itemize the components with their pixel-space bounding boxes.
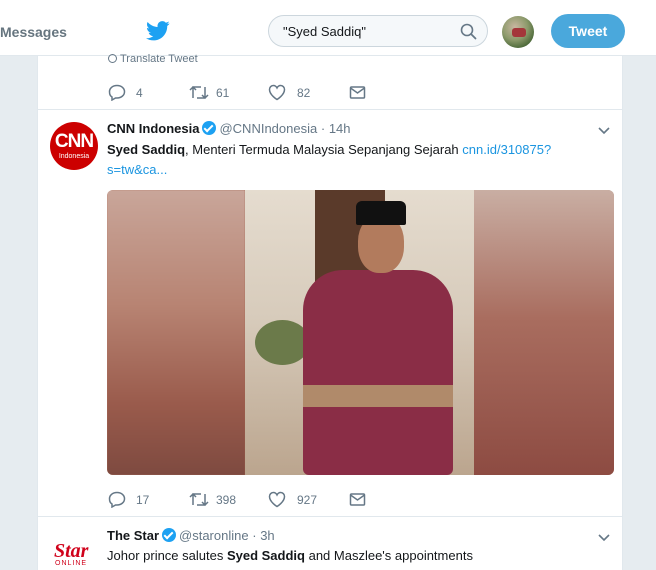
retweet-icon: [189, 492, 209, 507]
tweet-text-body-end: and Maszlee's appointments: [304, 548, 473, 563]
tweet-text: Syed Saddiq, Menteri Termuda Malaysia Se…: [107, 140, 587, 180]
tweet-timestamp[interactable]: 3h: [260, 528, 274, 543]
photo-blur-right: [474, 190, 614, 475]
photo-outfit: [303, 270, 453, 475]
globe-icon: [108, 54, 117, 63]
heart-icon: [268, 491, 286, 508]
dot-separator: ·: [320, 121, 326, 136]
chevron-down-icon[interactable]: [598, 534, 610, 542]
tweet-divider: [38, 109, 622, 110]
search-icon[interactable]: [460, 23, 477, 40]
tweet-text: Johor prince salutes Syed Saddiq and Mas…: [107, 546, 587, 566]
photo-blur-left: [107, 190, 245, 475]
tweet-header: The Star @staronline · 3h: [107, 528, 275, 543]
reply-icon: [108, 491, 126, 508]
dot-separator: ·: [252, 528, 257, 543]
nav-messages-link[interactable]: Messages: [0, 24, 67, 40]
tweet-text-body: Johor prince salutes: [107, 548, 227, 563]
tweet-header: CNN Indonesia @CNNIndonesia · 14h: [107, 121, 351, 136]
author-name[interactable]: CNN Indonesia: [107, 121, 199, 136]
search-timeline: Translate Tweet 4 61 82 CNN Indonesia CN…: [37, 53, 623, 570]
like-count: 927: [297, 493, 318, 507]
translate-tweet-link[interactable]: Translate Tweet: [108, 53, 198, 65]
highlight-term: Syed Saddiq: [226, 548, 305, 563]
heart-icon: [268, 84, 286, 101]
tweet-actions: 4 61 82: [108, 83, 388, 103]
highlight-term: Syed Saddiq: [107, 142, 186, 157]
tweet-text-body: , Menteri Termuda Malaysia Sepanjang Sej…: [185, 142, 463, 157]
tweet-actions: 17 398 927: [108, 490, 388, 510]
photo-songkok: [356, 201, 406, 225]
search-input[interactable]: "Syed Saddiq": [283, 24, 366, 39]
author-handle[interactable]: @CNNIndonesia: [219, 121, 317, 136]
retweet-count: 398: [216, 493, 237, 507]
avatar-logo-subtext: ONLINE: [55, 560, 88, 567]
retweet-icon: [189, 85, 209, 100]
photo-portrait: [245, 190, 474, 475]
envelope-icon: [349, 86, 366, 99]
tweet-divider: [38, 516, 622, 517]
tweet-link-continued[interactable]: s=tw&ca...: [107, 162, 167, 177]
verified-badge-icon: [162, 528, 177, 542]
tweet-photo[interactable]: [107, 190, 614, 475]
reply-icon: [108, 84, 126, 101]
retweet-count: 61: [216, 86, 230, 100]
the-star-avatar[interactable]: Star ONLINE: [50, 528, 98, 570]
reply-count: 4: [136, 86, 143, 100]
chevron-down-icon[interactable]: [598, 127, 610, 135]
top-navigation-bar: Messages "Syed Saddiq" Tweet: [0, 0, 656, 56]
search-box[interactable]: "Syed Saddiq": [268, 15, 488, 47]
twitter-bird-icon[interactable]: [146, 21, 170, 41]
cnn-indonesia-avatar[interactable]: CNN Indonesia: [50, 122, 98, 170]
photo-plant: [255, 320, 310, 365]
profile-avatar[interactable]: [502, 16, 534, 48]
avatar-logo-subtext: Indonesia: [58, 153, 90, 160]
tweet-link[interactable]: cnn.id/310875?: [462, 142, 551, 157]
author-handle[interactable]: @staronline: [179, 528, 249, 543]
avatar-logo-text: CNN: [54, 131, 94, 152]
like-count: 82: [297, 86, 311, 100]
verified-badge-icon: [202, 121, 217, 135]
translate-label: Translate Tweet: [120, 53, 198, 65]
author-name[interactable]: The Star: [107, 528, 159, 543]
tweet-button[interactable]: Tweet: [551, 14, 625, 48]
tweet-timestamp[interactable]: 14h: [329, 121, 351, 136]
reply-count: 17: [136, 493, 150, 507]
envelope-icon: [349, 493, 366, 506]
photo-sampin: [303, 385, 453, 407]
